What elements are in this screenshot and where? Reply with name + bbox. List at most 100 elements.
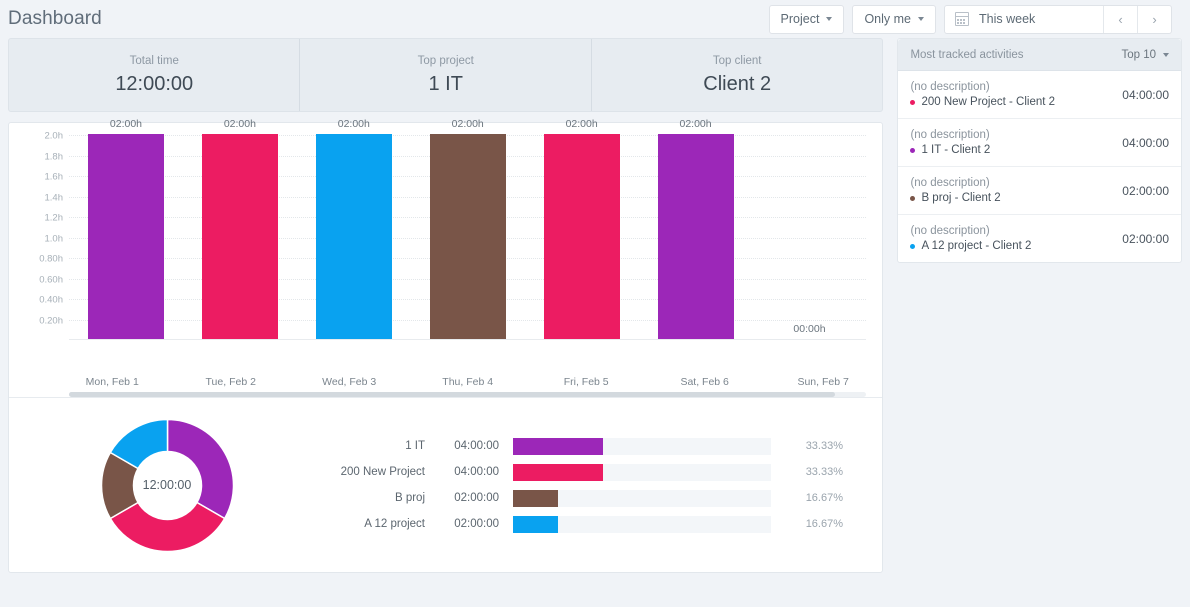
activity-duration: 02:00:00 [1112,232,1169,246]
y-axis-tick-label: 0.40h [39,295,63,306]
bar-series: 02:00h02:00h02:00h02:00h02:00h02:00h00:0… [69,135,866,339]
donut-chart-wrap: 12:00:00 [27,418,307,553]
project-row: 1 IT04:00:0033.33% [307,433,864,459]
activity-project-label: 200 New Project - Client 2 [921,96,1055,108]
next-period-button[interactable]: › [1137,6,1171,33]
project-bar-fill [513,438,603,455]
bar-slot: 02:00h [411,135,525,339]
side-column: Most tracked activities Top 10 (no descr… [897,38,1182,263]
project-duration: 04:00:00 [425,466,499,478]
project-bar-track [513,490,771,507]
donut-center-label: 12:00:00 [100,418,235,553]
user-filter-label: Only me [864,12,911,26]
activity-project-label: 1 IT - Client 2 [921,144,990,156]
project-color-dot [910,100,915,105]
chevron-down-icon [918,17,924,21]
x-axis-tick-label: Tue, Feb 2 [171,376,289,388]
activity-project: B proj - Client 2 [910,192,1000,204]
date-range-label: This week [979,12,1035,26]
bar-value-label: 02:00h [69,118,183,130]
chart-card: 2.0h1.8h1.6h1.4h1.2h1.0h0.80h0.60h0.40h0… [8,122,883,573]
activity-row[interactable]: (no description)B proj - Client 2 02:00:0… [898,167,1181,215]
summary-value: 12:00:00 [115,73,193,96]
activity-list: (no description) 200 New Project - Client… [898,71,1181,262]
activity-duration: 04:00:00 [1112,88,1169,102]
y-axis-tick-label: 0.20h [39,315,63,326]
bar-chart-x-axis: Mon, Feb 1Tue, Feb 2Wed, Feb 3Thu, Feb 4… [53,376,882,388]
bar-slot: 02:00h [183,135,297,339]
y-axis-tick-label: 1.6h [45,172,64,183]
project-color-dot [910,244,915,249]
project-duration: 02:00:00 [425,518,499,530]
project-percent: 16.67% [785,492,843,504]
summary-label: Top project [418,55,474,67]
x-axis-tick-label: Mon, Feb 1 [53,376,171,388]
project-percent: 16.67% [785,518,843,530]
date-range-button[interactable]: This week [945,6,1103,33]
activity-duration: 02:00:00 [1112,184,1169,198]
bar-value-label: 00:00h [753,323,867,335]
project-percent: 33.33% [785,440,843,452]
project-row: A 12 project02:00:0016.67% [307,511,864,537]
summary-cards: Total time 12:00:00 Top project 1 IT Top… [8,38,883,112]
bar[interactable] [430,134,506,339]
top-count-label: Top 10 [1121,49,1156,61]
bar[interactable] [658,134,734,339]
activity-project: 200 New Project - Client 2 [910,96,1055,108]
bar[interactable] [202,134,278,339]
bar-slot: 02:00h [69,135,183,339]
bar-chart-plot: 2.0h1.8h1.6h1.4h1.2h1.0h0.80h0.60h0.40h0… [69,135,866,340]
bar[interactable] [316,134,392,339]
bar-value-label: 02:00h [411,118,525,130]
activity-description: (no description) [910,129,990,141]
project-filter-button[interactable]: Project [769,5,845,34]
activity-description: (no description) [910,225,1031,237]
calendar-icon [955,12,969,26]
project-duration: 02:00:00 [425,492,499,504]
chevron-down-icon [826,17,832,21]
bar-slot: 02:00h [639,135,753,339]
project-bar-track [513,464,771,481]
panel-header: Most tracked activities Top 10 [898,39,1181,71]
top-count-dropdown[interactable]: Top 10 [1121,49,1169,61]
date-range-control: This week ‹ › [944,5,1172,34]
activity-row[interactable]: (no description) 1 IT - Client 2 04:00:00 [898,119,1181,167]
x-axis-tick-label: Sat, Feb 6 [645,376,763,388]
top-bar: Dashboard Project Only me This week ‹ › [0,0,1190,38]
filter-controls: Project Only me This week ‹ › [761,5,1172,34]
bar[interactable] [88,134,164,339]
y-axis-tick-label: 0.60h [39,274,63,285]
x-axis-tick-label: Fri, Feb 5 [527,376,645,388]
project-name: B proj [307,492,425,504]
activity-description: (no description) [910,81,1055,93]
project-breakdown: 12:00:00 1 IT04:00:0033.33%200 New Proje… [9,397,882,572]
activity-info: (no description) A 12 project - Client 2 [910,225,1031,252]
activity-project: 1 IT - Client 2 [910,144,990,156]
summary-value: 1 IT [429,73,463,96]
x-axis-tick-label: Sun, Feb 7 [764,376,882,388]
chevron-down-icon [1163,53,1169,57]
previous-period-button[interactable]: ‹ [1103,6,1137,33]
x-axis-tick-label: Wed, Feb 3 [290,376,408,388]
summary-label: Top client [713,55,762,67]
activity-info: (no description)B proj - Client 2 [910,177,1000,204]
project-table: 1 IT04:00:0033.33% 200 New Project04:00:0… [307,433,864,537]
project-color-dot [910,196,915,201]
project-color-dot [910,148,915,153]
project-bar-fill [513,516,558,533]
activity-project-label: B proj - Client 2 [921,192,1000,204]
activity-project-label: A 12 project - Client 2 [921,240,1031,252]
project-name: 1 IT [307,440,425,452]
activity-row[interactable]: (no description) A 12 project - Client 2 0… [898,215,1181,262]
y-axis-tick-label: 1.8h [45,151,64,162]
project-name: 200 New Project [307,466,425,478]
summary-label: Total time [130,55,179,67]
user-filter-button[interactable]: Only me [852,5,936,34]
activity-row[interactable]: (no description) 200 New Project - Client… [898,71,1181,119]
bar-slot: 02:00h [525,135,639,339]
bar-value-label: 02:00h [183,118,297,130]
project-bar-track [513,516,771,533]
bar[interactable] [544,134,620,339]
activity-duration: 04:00:00 [1112,136,1169,150]
page-title: Dashboard [8,8,102,30]
